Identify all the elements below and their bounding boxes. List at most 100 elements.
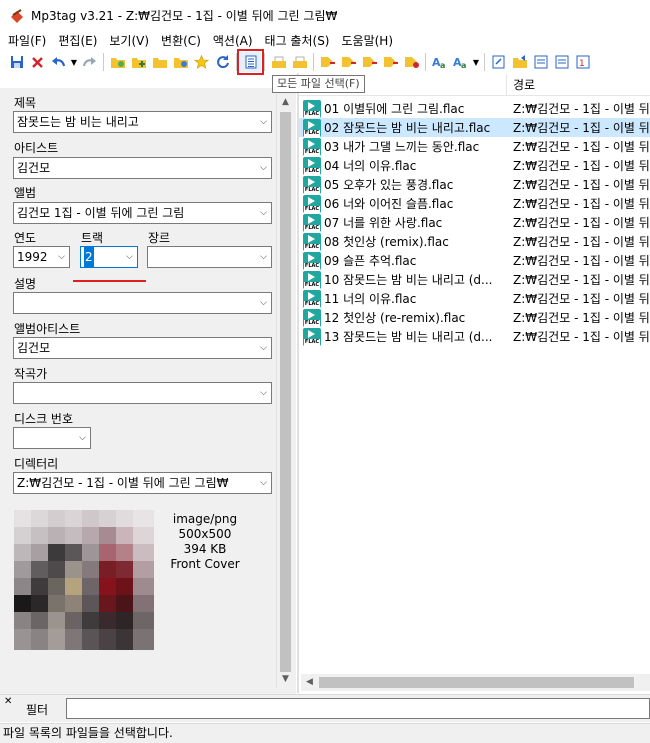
- scrollbar-thumb[interactable]: [280, 112, 291, 672]
- scroll-down-icon[interactable]: ▼: [277, 671, 294, 688]
- file-path: Z:₩김건모 - 1집 - 이별 뒤: [513, 178, 650, 192]
- undo-icon[interactable]: [48, 52, 69, 72]
- file-path: Z:₩김건모 - 1집 - 이별 뒤: [513, 102, 650, 116]
- discnumber-field[interactable]: ⌵: [13, 427, 91, 449]
- title-bar: Mp3tag v3.21 - Z:₩김건모 - 1집 - 이별 뒤에 그린 그림…: [0, 0, 650, 31]
- chevron-down-icon[interactable]: ⌵: [126, 247, 133, 267]
- composer-field[interactable]: ⌵: [13, 382, 272, 404]
- autonumber-icon[interactable]: [488, 52, 509, 72]
- chevron-down-icon[interactable]: ⌵: [260, 203, 267, 223]
- scroll-up-icon[interactable]: ▲: [277, 94, 294, 111]
- svg-text:a: a: [461, 61, 466, 69]
- year-field[interactable]: 1992 ⌵: [13, 246, 70, 268]
- flac-file-icon: FLAC: [303, 289, 321, 308]
- file-list-horizontal-scrollbar[interactable]: ◀: [301, 674, 650, 691]
- tag-tag-icon[interactable]: [380, 52, 401, 72]
- chevron-down-icon[interactable]: ⌵: [260, 338, 267, 358]
- chevron-down-icon[interactable]: ⌵: [260, 112, 267, 132]
- case-convert-icon[interactable]: Aa: [429, 52, 450, 72]
- file-row[interactable]: FLAC 02 잠못드는 밤 비는 내리고.flac Z:₩김건모 - 1집 - 이…: [299, 118, 650, 137]
- file-row[interactable]: FLAC 09 슬픈 추억.flac Z:₩김건모 - 1집 - 이별 뒤: [299, 251, 650, 270]
- file-row[interactable]: FLAC 08 첫인상 (remix).flac Z:₩김건모 - 1집 - 이별 …: [299, 232, 650, 251]
- tooltip: 모든 파일 선택(F): [272, 75, 365, 93]
- file-row[interactable]: FLAC 06 너와 이어진 슬픔.flac Z:₩김건모 - 1집 - 이별 뒤: [299, 194, 650, 213]
- web-source-icon[interactable]: [509, 52, 530, 72]
- refresh-icon[interactable]: [212, 52, 233, 72]
- flac-file-icon: FLAC: [303, 251, 321, 270]
- more-icon[interactable]: 1: [572, 52, 593, 72]
- genre-field[interactable]: ⌵: [147, 246, 272, 268]
- artist-field[interactable]: 김건모 ⌵: [13, 157, 272, 179]
- action-icon[interactable]: [401, 52, 422, 72]
- album-cover-image[interactable]: [14, 510, 154, 650]
- scroll-left-icon[interactable]: ◀: [301, 674, 318, 691]
- status-text: 파일 목록의 파일들을 선택합니다.: [3, 726, 173, 740]
- select-all-files-icon[interactable]: [237, 49, 264, 75]
- chevron-down-icon[interactable]: ⌵: [58, 247, 65, 267]
- flac-file-icon: FLAC: [303, 156, 321, 175]
- favorites-folder-icon[interactable]: [170, 52, 191, 72]
- menu-help[interactable]: 도움말(H): [336, 31, 400, 51]
- add-directory-icon[interactable]: [128, 52, 149, 72]
- redo-icon[interactable]: [79, 52, 100, 72]
- track-field[interactable]: 2 ⌵: [80, 246, 138, 268]
- menu-bar: 파일(F) 편집(E) 보기(V) 변환(C) 액션(A) 태그 출처(S) 도…: [0, 31, 650, 51]
- print-icon[interactable]: [289, 52, 310, 72]
- filter-input[interactable]: [66, 698, 650, 719]
- scrollbar-thumb[interactable]: [319, 677, 634, 688]
- albumartist-field[interactable]: 김건모 ⌵: [13, 337, 272, 359]
- info-icon[interactable]: [551, 52, 572, 72]
- remove-tag-icon[interactable]: [27, 52, 48, 72]
- file-row[interactable]: FLAC 05 오후가 있는 풍경.flac Z:₩김건모 - 1집 - 이별 뒤: [299, 175, 650, 194]
- chevron-down-icon[interactable]: ⌵: [260, 473, 267, 493]
- menu-actions[interactable]: 액션(A): [207, 31, 259, 51]
- file-row[interactable]: FLAC 10 잠못드는 밤 비는 내리고 (d... Z:₩김건모 - 1집 - …: [299, 270, 650, 289]
- dropdown-icon[interactable]: ▼: [69, 52, 79, 72]
- album-field[interactable]: 김건모 1집 - 이별 뒤에 그린 그림 ⌵: [13, 202, 272, 224]
- menu-file[interactable]: 파일(F): [2, 31, 52, 51]
- window-title: Mp3tag v3.21 - Z:₩김건모 - 1집 - 이별 뒤에 그린 그림…: [31, 9, 338, 23]
- web-source-2-icon[interactable]: [530, 52, 551, 72]
- change-directory-icon[interactable]: [107, 52, 128, 72]
- file-row[interactable]: FLAC 04 너의 이유.flac Z:₩김건모 - 1집 - 이별 뒤: [299, 156, 650, 175]
- file-row[interactable]: FLAC 07 너를 위한 사랑.flac Z:₩김건모 - 1집 - 이별 뒤: [299, 213, 650, 232]
- tag-filename-icon[interactable]: [317, 52, 338, 72]
- title-field[interactable]: 잠못드는 밤 비는 내리고 ⌵: [13, 111, 272, 133]
- file-row[interactable]: FLAC 12 첫인상 (re-remix).flac Z:₩김건모 - 1집 - …: [299, 308, 650, 327]
- menu-edit[interactable]: 편집(E): [52, 31, 103, 51]
- file-row[interactable]: FLAC 13 잠못드는 밤 비는 내리고 (d... Z:₩김건모 - 1집 - …: [299, 327, 650, 346]
- chevron-down-icon[interactable]: ⌵: [260, 293, 267, 313]
- flac-file-icon: FLAC: [303, 137, 321, 156]
- favorite-star-icon[interactable]: [191, 52, 212, 72]
- filename-tag-icon[interactable]: [338, 52, 359, 72]
- menu-view[interactable]: 보기(V): [103, 31, 155, 51]
- file-path: Z:₩김건모 - 1집 - 이별 뒤: [513, 216, 650, 230]
- dropdown-icon[interactable]: ▼: [471, 52, 481, 72]
- comment-field[interactable]: ⌵: [13, 292, 272, 314]
- chevron-down-icon[interactable]: ⌵: [260, 247, 267, 267]
- text-file-tag-icon[interactable]: [359, 52, 380, 72]
- file-row[interactable]: FLAC 03 내가 그댈 느끼는 동안.flac Z:₩김건모 - 1집 - 이별…: [299, 137, 650, 156]
- composer-label: 작곡가: [14, 367, 48, 381]
- chevron-down-icon[interactable]: ⌵: [260, 383, 267, 403]
- menu-tag-sources[interactable]: 태그 출처(S): [259, 31, 336, 51]
- case-dropdown-icon[interactable]: Aa: [450, 52, 471, 72]
- menu-convert[interactable]: 변환(C): [155, 31, 207, 51]
- file-list: 경로 FLAC 01 이별뒤에 그린 그림.flac Z:₩김건모 - 1집 - 이…: [299, 74, 650, 694]
- file-path: Z:₩김건모 - 1집 - 이별 뒤: [513, 330, 650, 344]
- file-row[interactable]: FLAC 01 이별뒤에 그린 그림.flac Z:₩김건모 - 1집 - 이별 뒤: [299, 99, 650, 118]
- export-icon[interactable]: [268, 52, 289, 72]
- file-row[interactable]: FLAC 11 너의 이유.flac Z:₩김건모 - 1집 - 이별 뒤: [299, 289, 650, 308]
- chevron-down-icon[interactable]: ⌵: [260, 158, 267, 178]
- toolbar: ▼ Aa Aa ▼ 1: [0, 49, 650, 75]
- column-header-path[interactable]: 경로: [507, 74, 535, 95]
- directory-field[interactable]: Z:₩김건모 - 1집 - 이별 뒤에 그린 그림₩ ⌵: [13, 472, 272, 494]
- save-icon[interactable]: [6, 52, 27, 72]
- tag-panel-scrollbar[interactable]: ▲ ▼: [276, 94, 293, 688]
- chevron-down-icon[interactable]: ⌵: [79, 428, 86, 448]
- open-folder-icon[interactable]: [149, 52, 170, 72]
- toolbar-separator: [313, 53, 314, 71]
- close-filter-icon[interactable]: ✕: [4, 696, 12, 707]
- genre-label: 장르: [148, 231, 171, 245]
- file-name: 12 첫인상 (re-remix).flac: [324, 311, 466, 325]
